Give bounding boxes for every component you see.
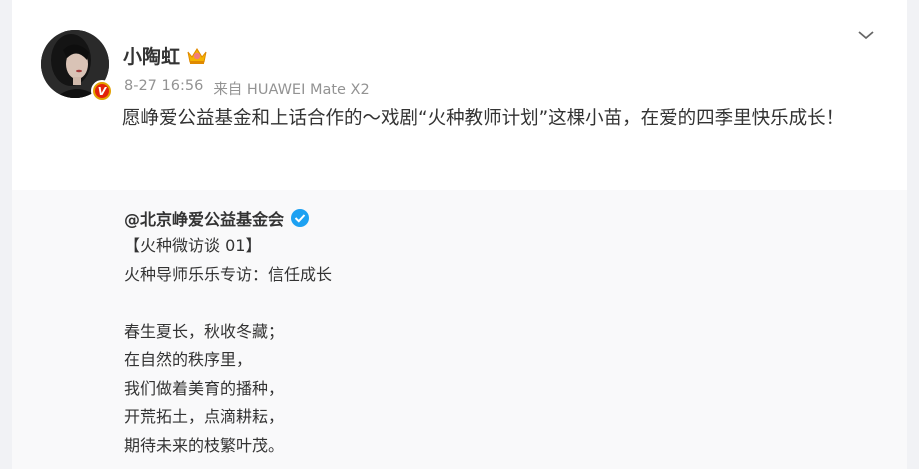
repost-line: 期待未来的枝繁叶茂。 [124,435,285,455]
v-badge-icon: V [91,80,113,102]
post-source: 来自 HUAWEI Mate X2 [213,82,370,98]
post-text: 愿峥爱公益基金和上话合作的～戏剧“火种教师计划”这棵小苗，在爱的四季里快乐成长！ [122,108,845,129]
crown-icon[interactable] [186,46,208,66]
repost-container[interactable]: @北京峥爱公益基金会 【火种微访谈 01】 火种导师乐乐专访：信任成长 春生夏长… [12,190,907,469]
repost-author[interactable]: @北京峥爱公益基金会 [124,206,284,230]
verified-blue-icon [290,208,310,228]
username-row: 小陶虹 [123,42,208,69]
chevron-down-icon[interactable] [856,26,876,44]
repost-author-row: @北京峥爱公益基金会 [124,206,310,230]
repost-line: 【火种微访谈 01】 [124,236,262,255]
repost-line: 我们做着美育的播种， [124,378,285,398]
post-meta: 8-27 16:56 来自 HUAWEI Mate X2 [124,78,370,99]
avatar[interactable]: V [41,30,113,102]
repost-line: 火种导师乐乐专访：信任成长 [124,264,333,284]
repost-line: 在自然的秩序里， [124,350,253,369]
username[interactable]: 小陶虹 [123,42,180,69]
repost-line: 开荒拓土，点滴耕耘， [124,407,285,426]
repost-line: 春生夏长，秋收冬藏； [124,321,285,341]
repost-text: 【火种微访谈 01】 火种导师乐乐专访：信任成长 春生夏长，秋收冬藏； 在自然的… [124,232,332,460]
weibo-post-card: V 小陶虹 8-27 16:56 来自 HUAWEI Mate X2 愿峥爱公益… [12,0,907,469]
repost-line [124,289,332,318]
post-date[interactable]: 8-27 16:56 [124,78,203,99]
